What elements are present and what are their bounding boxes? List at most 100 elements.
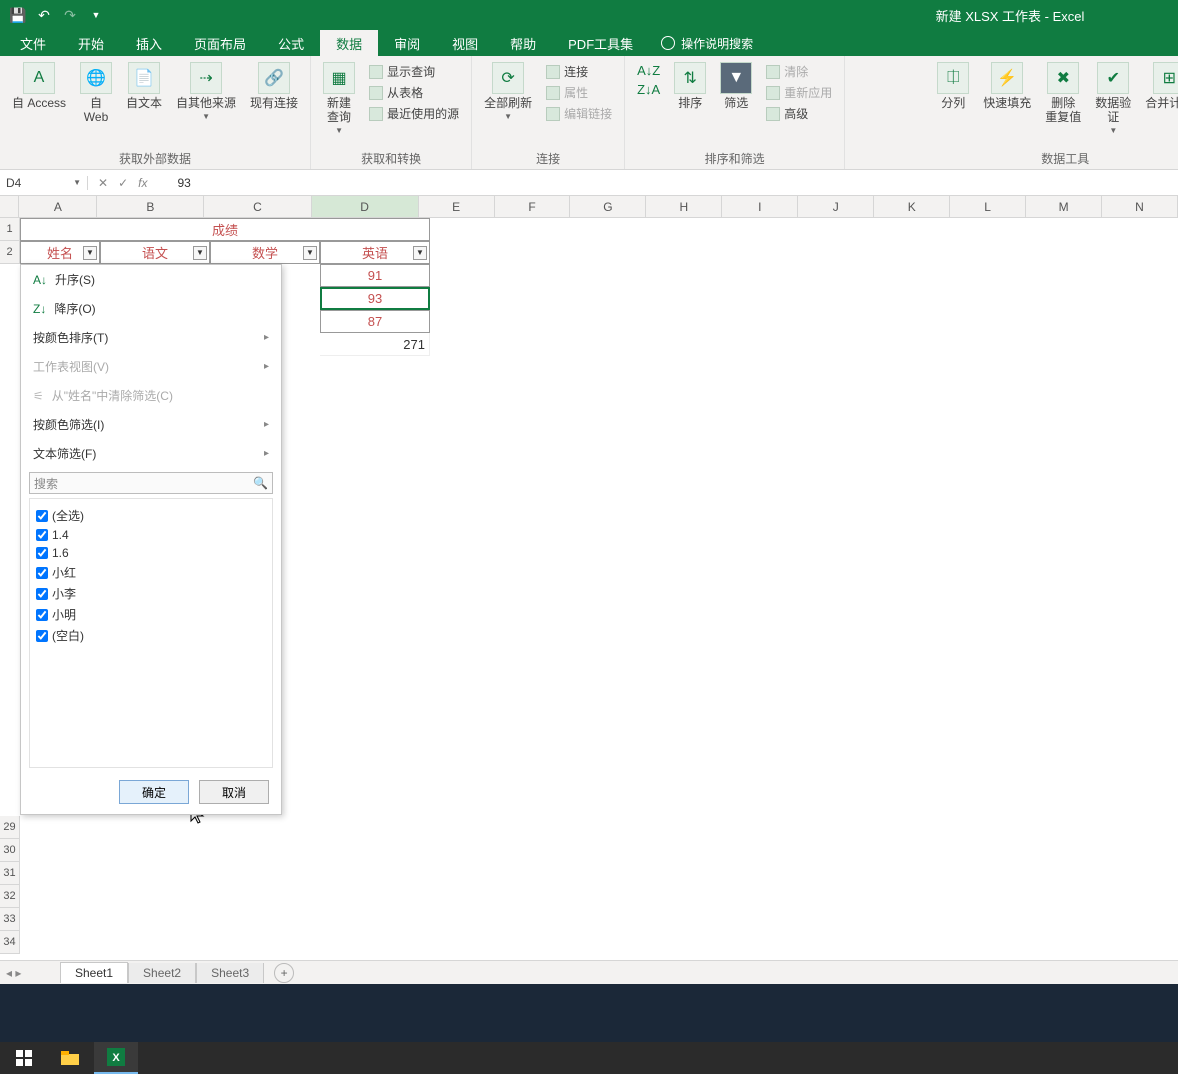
existing-connections-button[interactable]: 🔗现有连接 <box>244 60 304 112</box>
col-B[interactable]: B <box>97 196 204 217</box>
cell-header-name[interactable]: 姓名 ▼ <box>20 241 100 264</box>
filter-by-color-item[interactable]: 按颜色筛选(I)▸ <box>21 410 281 439</box>
cell-header-english[interactable]: 英语 ▼ <box>320 241 430 264</box>
cell-D3[interactable]: 91 <box>320 264 430 287</box>
col-H[interactable]: H <box>646 196 722 217</box>
col-M[interactable]: M <box>1026 196 1102 217</box>
cell-D5[interactable]: 87 <box>320 310 430 333</box>
tell-me-search[interactable]: 操作说明搜索 <box>649 30 765 56</box>
row-31[interactable]: 31 <box>0 862 20 885</box>
from-other-sources-button[interactable]: ⇢自其他来源▼ <box>170 60 242 123</box>
formula-input[interactable]: 93 <box>157 176 190 190</box>
col-J[interactable]: J <box>798 196 874 217</box>
col-C[interactable]: C <box>204 196 311 217</box>
col-I[interactable]: I <box>722 196 798 217</box>
filter-item[interactable]: 小红 <box>34 562 268 583</box>
redo-icon[interactable]: ↷ <box>60 5 80 25</box>
cell-D4-active[interactable]: 93 <box>320 287 430 310</box>
from-access-button[interactable]: A自 Access <box>6 60 72 112</box>
sort-by-color-item[interactable]: 按颜色排序(T)▸ <box>21 323 281 352</box>
enter-icon[interactable]: ✓ <box>118 176 128 190</box>
excel-taskbar-button[interactable]: X <box>94 1042 138 1074</box>
sort-button[interactable]: ⇅排序 <box>668 60 712 112</box>
cancel-button[interactable]: 取消 <box>199 780 269 804</box>
filter-item[interactable]: 小李 <box>34 583 268 604</box>
row-1[interactable]: 1 <box>0 218 20 241</box>
row-29[interactable]: 29 <box>0 816 20 839</box>
tab-formulas[interactable]: 公式 <box>262 30 320 56</box>
col-D[interactable]: D <box>312 196 419 217</box>
sort-descending-item[interactable]: Z↓ 降序(O) <box>21 294 281 323</box>
col-E[interactable]: E <box>419 196 495 217</box>
filter-search-input[interactable]: 搜索 🔍 <box>29 472 273 494</box>
row-32[interactable]: 32 <box>0 885 20 908</box>
advanced-filter-button[interactable]: 高级 <box>764 104 834 123</box>
filter-button[interactable]: ▼筛选 <box>714 60 758 112</box>
fx-icon[interactable]: fx <box>138 176 147 190</box>
col-K[interactable]: K <box>874 196 950 217</box>
tab-home[interactable]: 开始 <box>62 30 120 56</box>
cell-header-math[interactable]: 数学 ▼ <box>210 241 320 264</box>
row-30[interactable]: 30 <box>0 839 20 862</box>
name-box[interactable]: D4 ▼ <box>0 176 88 190</box>
ok-button[interactable]: 确定 <box>119 780 189 804</box>
sheet-tab-3[interactable]: Sheet3 <box>196 963 264 983</box>
from-web-button[interactable]: 🌐自 Web <box>74 60 118 126</box>
tab-pdf[interactable]: PDF工具集 <box>552 30 649 56</box>
cell-D6-total[interactable]: 271 <box>320 333 430 356</box>
filter-item-select-all[interactable]: (全选) <box>34 505 268 526</box>
refresh-all-button[interactable]: ⟳全部刷新▼ <box>478 60 538 123</box>
start-button[interactable] <box>2 1042 46 1074</box>
save-icon[interactable]: 💾 <box>8 5 28 25</box>
filter-dropdown-icon[interactable]: ▼ <box>413 246 427 260</box>
data-validation-button[interactable]: ✔数据验 证▼ <box>1089 60 1137 137</box>
undo-icon[interactable]: ↶ <box>34 5 54 25</box>
consolidate-button[interactable]: ⊞合并计算 <box>1139 60 1178 112</box>
file-explorer-button[interactable] <box>48 1042 92 1074</box>
sheet-tab-2[interactable]: Sheet2 <box>128 963 196 983</box>
filter-item[interactable]: 1.6 <box>34 544 268 562</box>
row-33[interactable]: 33 <box>0 908 20 931</box>
cell-header-chinese[interactable]: 语文 ▼ <box>100 241 210 264</box>
spreadsheet-grid[interactable]: A B C D E F G H I J K L M N 1 2 成绩 姓名 ▼ … <box>0 196 1178 996</box>
filter-item-blank[interactable]: (空白) <box>34 625 268 646</box>
sort-asc-icon[interactable]: A↓Z <box>635 62 662 79</box>
tab-view[interactable]: 视图 <box>436 30 494 56</box>
tab-review[interactable]: 审阅 <box>378 30 436 56</box>
new-query-button[interactable]: ▦新建 查询▼ <box>317 60 361 137</box>
col-F[interactable]: F <box>495 196 571 217</box>
sheet-tab-1[interactable]: Sheet1 <box>60 962 128 983</box>
tab-file[interactable]: 文件 <box>4 30 62 56</box>
recent-sources-button[interactable]: 最近使用的源 <box>367 104 461 123</box>
sheet-nav-buttons[interactable]: ◂ ▸ <box>6 966 21 980</box>
sort-desc-icon[interactable]: Z↓A <box>635 81 662 98</box>
select-all-corner[interactable] <box>0 196 19 217</box>
text-to-columns-button[interactable]: ⎅分列 <box>931 60 975 112</box>
from-table-button[interactable]: 从表格 <box>367 83 461 102</box>
col-G[interactable]: G <box>570 196 646 217</box>
filter-item[interactable]: 1.4 <box>34 526 268 544</box>
cancel-icon[interactable]: ✕ <box>98 176 108 190</box>
add-sheet-button[interactable]: + <box>274 963 294 983</box>
tab-data[interactable]: 数据 <box>320 30 378 56</box>
col-A[interactable]: A <box>19 196 97 217</box>
col-N[interactable]: N <box>1102 196 1178 217</box>
remove-duplicates-button[interactable]: ✖删除 重复值 <box>1039 60 1087 126</box>
filter-item[interactable]: 小明 <box>34 604 268 625</box>
tab-pagelayout[interactable]: 页面布局 <box>178 30 262 56</box>
filter-dropdown-icon[interactable]: ▼ <box>193 246 207 260</box>
col-L[interactable]: L <box>950 196 1026 217</box>
show-queries-button[interactable]: 显示查询 <box>367 62 461 81</box>
filter-dropdown-icon[interactable]: ▼ <box>303 246 317 260</box>
filter-checklist[interactable]: (全选) 1.4 1.6 小红 小李 小明 (空白) <box>29 498 273 768</box>
row-34[interactable]: 34 <box>0 931 20 954</box>
text-filters-item[interactable]: 文本筛选(F)▸ <box>21 439 281 468</box>
sort-ascending-item[interactable]: A↓ 升序(S) <box>21 265 281 294</box>
from-text-button[interactable]: 📄自文本 <box>120 60 168 112</box>
qat-dropdown-icon[interactable]: ▼ <box>86 5 106 25</box>
row-2[interactable]: 2 <box>0 241 20 264</box>
tab-help[interactable]: 帮助 <box>494 30 552 56</box>
connections-item[interactable]: 连接 <box>544 62 614 81</box>
filter-dropdown-icon[interactable]: ▼ <box>83 246 97 260</box>
flash-fill-button[interactable]: ⚡快速填充 <box>977 60 1037 112</box>
